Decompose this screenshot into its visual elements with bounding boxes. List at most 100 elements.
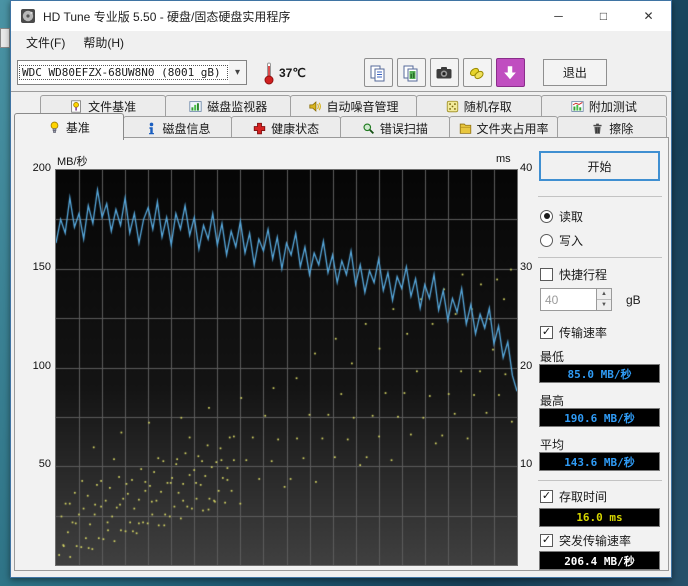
tab-label: 健康状态 xyxy=(271,120,319,137)
drive-select-value: WDC WD80EFZX-68UW8N0 (8001 gB) xyxy=(18,64,229,81)
close-icon[interactable]: ✕ xyxy=(626,1,671,31)
avg-label: 平均 xyxy=(540,436,564,453)
background-window-sliver xyxy=(0,28,10,48)
spin-up-icon[interactable]: ▲ xyxy=(597,289,611,300)
benchmark-chart-canvas xyxy=(55,169,518,566)
file-benchmark-icon xyxy=(70,100,83,113)
drive-select-dropdown[interactable]: WDC WD80EFZX-68UW8N0 (8001 gB) ▾ xyxy=(17,60,247,85)
temperature-value: 37℃ xyxy=(279,66,306,80)
transfer-rate-checkbox-box: ✓ xyxy=(540,326,553,339)
toolbar: WDC WD80EFZX-68UW8N0 (8001 gB) ▾ 37℃ xyxy=(11,54,671,92)
spin-down-icon[interactable]: ▼ xyxy=(597,300,611,310)
start-button[interactable]: 开始 xyxy=(539,151,660,181)
copy-image-button[interactable] xyxy=(397,58,426,87)
access-time-checkbox-box: ✓ xyxy=(540,490,553,503)
health-cross-icon xyxy=(253,122,266,135)
tab-label: 磁盘监视器 xyxy=(207,98,267,115)
access-time-label: 存取时间 xyxy=(559,488,607,505)
random-access-icon xyxy=(446,100,459,113)
download-arrow-icon xyxy=(501,64,519,82)
axis-tick-label: 200 xyxy=(21,162,51,174)
update-download-button[interactable] xyxy=(496,58,525,87)
trash-icon xyxy=(591,122,604,135)
menu-help[interactable]: 帮助(H) xyxy=(74,31,133,54)
info-icon xyxy=(145,122,158,135)
axis-tick-label: 20 xyxy=(520,360,532,372)
start-button-label: 开始 xyxy=(587,158,611,175)
extra-tests-icon xyxy=(571,100,584,113)
short-stroke-label: 快捷行程 xyxy=(559,266,607,283)
separator xyxy=(538,196,662,197)
tab-strip: 文件基准 磁盘监视器 自动噪音管理 随机存取 附加测试 基准 xyxy=(11,92,671,140)
tab-disk-monitor[interactable]: 磁盘监视器 xyxy=(165,95,291,116)
axis-tick-label: 30 xyxy=(520,261,532,273)
magnifier-icon xyxy=(362,122,375,135)
quantity-stepper[interactable]: ▲ ▼ xyxy=(597,288,612,311)
short-stroke-size-input[interactable] xyxy=(540,288,597,311)
read-radio[interactable]: 读取 xyxy=(540,208,583,224)
benchmark-page: MB/秒 ms 20015010050 40302010 开始 读取 写入 快捷… xyxy=(14,137,669,571)
copy-image-icon xyxy=(402,64,420,82)
hd-tune-window: HD Tune 专业版 5.50 - 硬盘/固态硬盘实用程序 ─ □ ✕ 文件(… xyxy=(10,0,672,578)
write-radio[interactable]: 写入 xyxy=(540,232,583,248)
window-title: HD Tune 专业版 5.50 - 硬盘/固态硬盘实用程序 xyxy=(43,8,290,25)
maximize-icon[interactable]: □ xyxy=(581,1,626,31)
tab-label: 附加测试 xyxy=(589,98,637,115)
tab-random-access[interactable]: 随机存取 xyxy=(416,95,542,116)
tab-label: 自动噪音管理 xyxy=(327,98,399,115)
short-stroke-size-row: ▲ ▼ gB xyxy=(540,288,641,311)
benchmark-bulb-icon xyxy=(48,121,61,134)
exit-button[interactable]: 退出 xyxy=(543,59,607,86)
copy-text-icon xyxy=(369,64,387,82)
min-value-display: 85.0 MB/秒 xyxy=(539,364,660,383)
camera-icon xyxy=(435,64,453,82)
transfer-rate-checkbox[interactable]: ✓ 传输速率 xyxy=(540,324,607,340)
hands-icon xyxy=(468,64,486,82)
tab-label: 基准 xyxy=(66,119,90,136)
separator xyxy=(538,480,662,481)
axis-tick-label: 100 xyxy=(21,360,51,372)
axis-tick-label: 150 xyxy=(21,261,51,273)
short-stroke-checkbox-box xyxy=(540,268,553,281)
tab-acoustic-management[interactable]: 自动噪音管理 xyxy=(290,95,416,116)
thermometer-icon xyxy=(263,61,275,85)
burst-rate-value-display: 206.4 MB/秒 xyxy=(539,551,660,570)
burst-rate-label: 突发传输速率 xyxy=(559,532,631,549)
write-radio-label: 写入 xyxy=(559,232,583,249)
tab-benchmark[interactable]: 基准 xyxy=(14,113,124,140)
copy-text-button[interactable] xyxy=(364,58,393,87)
read-radio-label: 读取 xyxy=(559,208,583,225)
burst-rate-checkbox[interactable]: ✓ 突发传输速率 xyxy=(540,532,631,548)
screenshot-button[interactable] xyxy=(430,58,459,87)
tab-label: 擦除 xyxy=(609,120,633,137)
max-value-display: 190.6 MB/秒 xyxy=(539,408,660,427)
axis-tick-label: 10 xyxy=(520,458,532,470)
burst-rate-checkbox-box: ✓ xyxy=(540,534,553,547)
axis-tick-label: 50 xyxy=(21,458,51,470)
avg-value-display: 143.6 MB/秒 xyxy=(539,452,660,471)
transfer-rate-label: 传输速率 xyxy=(559,324,607,341)
tab-extra-tests[interactable]: 附加测试 xyxy=(541,95,667,116)
y-left-axis-label: MB/秒 xyxy=(57,153,88,169)
y-right-axis-label: ms xyxy=(496,153,511,165)
donate-button[interactable] xyxy=(463,58,492,87)
speaker-icon xyxy=(309,100,322,113)
tab-label: 随机存取 xyxy=(464,98,512,115)
benchmark-side-panel: 开始 读取 写入 快捷行程 ▲ ▼ gB xyxy=(538,138,666,571)
tab-label: 错误扫描 xyxy=(380,120,428,137)
disk-monitor-icon xyxy=(189,100,202,113)
title-bar: HD Tune 专业版 5.50 - 硬盘/固态硬盘实用程序 ─ □ ✕ xyxy=(11,1,671,31)
read-radio-circle xyxy=(540,210,553,223)
menu-bar: 文件(F) 帮助(H) xyxy=(11,31,671,54)
access-time-value-display: 16.0 ms xyxy=(539,508,660,527)
access-time-checkbox[interactable]: ✓ 存取时间 xyxy=(540,488,607,504)
exit-button-label: 退出 xyxy=(563,64,587,81)
short-stroke-checkbox[interactable]: 快捷行程 xyxy=(540,266,607,282)
minimize-icon[interactable]: ─ xyxy=(536,1,581,31)
folder-icon xyxy=(459,122,472,135)
short-stroke-unit-label: gB xyxy=(626,293,641,307)
write-radio-circle xyxy=(540,234,553,247)
app-hdd-icon xyxy=(20,8,36,24)
tab-label: 文件基准 xyxy=(88,98,136,115)
menu-file[interactable]: 文件(F) xyxy=(17,31,74,54)
